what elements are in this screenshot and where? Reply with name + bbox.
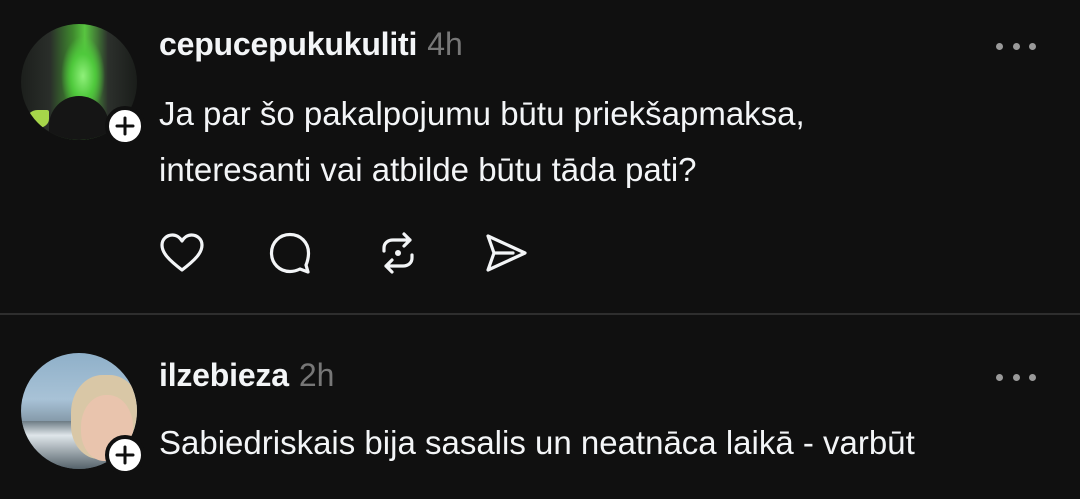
post: ilzebieza 2h Sabiedriskais bija sasalis … [0,315,1080,499]
more-options-button[interactable] [996,367,1036,387]
follow-button[interactable] [105,106,145,146]
thread-feed: cepucepukukuliti 4h Ja par šo pakalpojum… [0,0,1080,499]
heart-icon [160,233,204,272]
share-button[interactable] [481,228,531,278]
more-options-button[interactable] [996,36,1036,56]
post: cepucepukukuliti 4h Ja par šo pakalpojum… [0,0,1080,314]
plus-icon [115,445,135,465]
share-icon [486,234,527,272]
username[interactable]: cepucepukukuliti [159,26,417,63]
username[interactable]: ilzebieza [159,357,289,394]
comment-icon [269,232,311,274]
avatar-container[interactable] [21,353,145,475]
plus-icon [115,116,135,136]
like-button[interactable] [157,228,207,278]
repost-button[interactable] [373,228,423,278]
timestamp: 2h [298,357,335,393]
repost-icon [382,232,414,274]
post-actions [157,228,531,278]
follow-button[interactable] [105,435,145,475]
post-text: Ja par šo pakalpojumu būtu priekšapmaksa… [159,95,805,188]
post-text: Sabiedriskais bija sasalis un neatnāca l… [159,424,915,461]
post-header: cepucepukukuliti 4h [159,26,463,68]
more-icon [996,373,1003,381]
avatar-container[interactable] [21,24,145,146]
more-icon [996,42,1003,50]
timestamp: 4h [427,26,463,62]
comment-button[interactable] [265,228,315,278]
post-header: ilzebieza 2h [159,357,334,399]
